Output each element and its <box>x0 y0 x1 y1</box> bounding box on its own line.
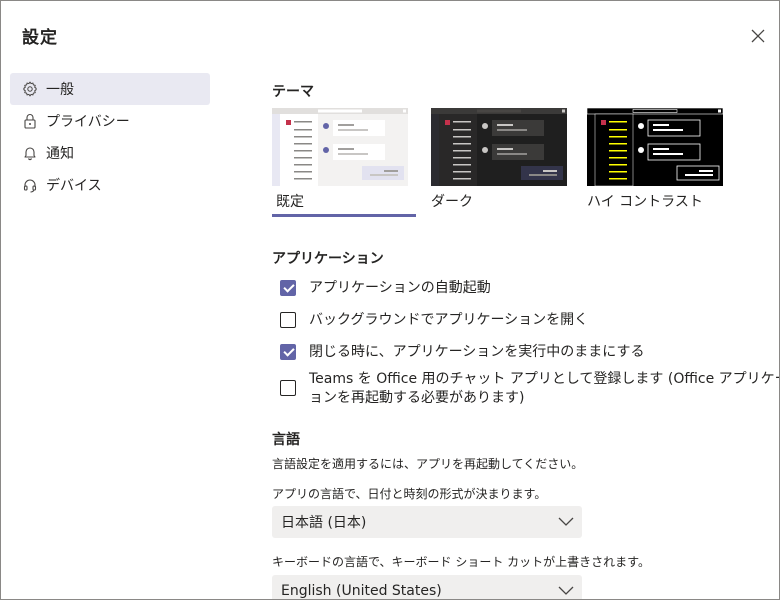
theme-option-default[interactable]: 既定 <box>272 108 416 217</box>
dark-theme-preview <box>431 108 567 186</box>
default-theme-preview <box>272 108 408 186</box>
keep-running-checkbox[interactable] <box>280 344 296 360</box>
theme-label: 既定 <box>276 194 304 210</box>
app-language-value: 日本語 (日本) <box>281 515 367 531</box>
auto-start-label: アプリケーションの自動起動 <box>309 280 491 296</box>
theme-heading: テーマ <box>272 84 314 100</box>
register-chat-app-label-line2: ョンを再起動する必要があります) <box>309 390 525 406</box>
nav-item-label: プライバシー <box>46 114 130 130</box>
dialog-title: 設定 <box>22 28 58 48</box>
nav-item-label: 通知 <box>46 146 74 162</box>
keyboard-language-value: English (United States) <box>281 583 442 599</box>
theme-option-dark[interactable]: ダーク <box>431 108 573 211</box>
open-in-background-option[interactable]: バックグラウンドでアプリケーションを開く <box>280 311 588 330</box>
theme-label: ハイ コントラスト <box>587 194 703 210</box>
register-chat-app-checkbox[interactable] <box>280 380 296 396</box>
nav-item-notifications[interactable]: 通知 <box>10 137 210 169</box>
open-in-background-checkbox[interactable] <box>280 312 296 328</box>
register-chat-app-label: Teams を Office 用のチャット アプリとして登録します (Offic… <box>309 370 780 408</box>
app-language-caption: アプリの言語で、日付と時刻の形式が決まります。 <box>272 487 547 501</box>
nav-item-label: デバイス <box>46 178 102 194</box>
nav-item-label: 一般 <box>46 82 74 98</box>
theme-label: ダーク <box>431 194 473 210</box>
lock-icon <box>24 114 36 129</box>
headset-icon <box>23 179 37 193</box>
auto-start-option[interactable]: アプリケーションの自動起動 <box>280 279 491 298</box>
chevron-down-icon <box>558 586 574 595</box>
theme-option-high-contrast[interactable]: ハイ コントラスト <box>587 108 729 211</box>
nav-item-devices[interactable]: デバイス <box>10 169 210 201</box>
language-heading: 言語 <box>272 432 300 448</box>
high-contrast-theme-preview <box>587 108 723 186</box>
language-restart-note: 言語設定を適用するには、アプリを再起動してください。 <box>272 457 584 471</box>
register-chat-app-option[interactable]: Teams を Office 用のチャット アプリとして登録します (Offic… <box>280 370 780 408</box>
auto-start-checkbox[interactable] <box>280 280 296 296</box>
bell-icon <box>24 147 36 161</box>
keep-running-option[interactable]: 閉じる時に、アプリケーションを実行中のままにする <box>280 343 644 362</box>
close-icon[interactable] <box>747 25 769 47</box>
settings-nav: 一般 プライバシー 通知 デバイス <box>10 73 210 201</box>
application-heading: アプリケーション <box>272 251 384 267</box>
keep-running-label: 閉じる時に、アプリケーションを実行中のままにする <box>309 344 645 360</box>
selected-theme-indicator <box>272 214 416 217</box>
keyboard-language-dropdown[interactable]: English (United States) <box>272 575 582 599</box>
open-in-background-label: バックグラウンドでアプリケーションを開く <box>309 312 589 328</box>
gear-icon <box>23 81 37 97</box>
nav-item-privacy[interactable]: プライバシー <box>10 105 210 137</box>
keyboard-language-caption: キーボードの言語で、キーボード ショート カットが上書きされます。 <box>272 555 650 569</box>
settings-dialog: 設定 一般 プライバシー 通知 デバイス テーマ 既定 ダーク ハイ コントラス… <box>0 0 780 600</box>
app-language-dropdown[interactable]: 日本語 (日本) <box>272 506 582 538</box>
chevron-down-icon <box>558 517 574 526</box>
nav-item-general[interactable]: 一般 <box>10 73 210 105</box>
register-chat-app-label-line1: Teams を Office 用のチャット アプリとして登録します (Offic… <box>309 371 780 387</box>
